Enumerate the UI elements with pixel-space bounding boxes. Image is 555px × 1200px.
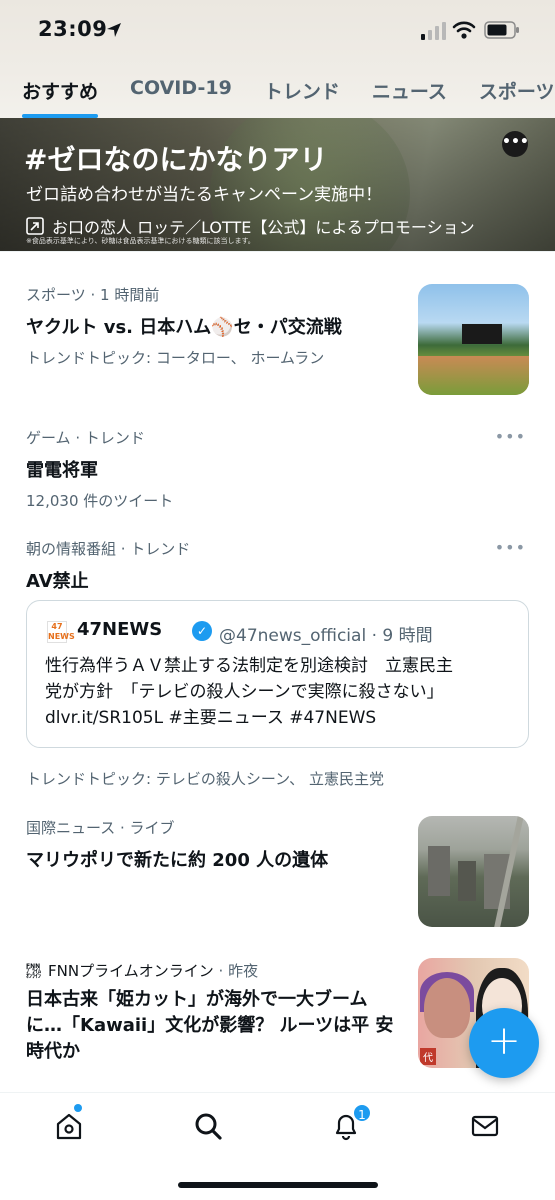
trend-meta: 国際ニュース · ライブ xyxy=(26,819,175,837)
trend-title: 雷電将軍 xyxy=(26,460,98,481)
wifi-icon xyxy=(452,21,476,39)
more-dots-icon[interactable]: ••• xyxy=(495,427,526,446)
fnn-logo-icon: FNN ﾌﾟﾗｲﾑ ｵﾝﾗｲﾝ xyxy=(26,962,42,980)
promo-promoted-by: お口の恋人 ロッテ／LOTTE【公式】によるプロモーション xyxy=(52,218,475,237)
promo-attribution: お口の恋人 ロッテ／LOTTE【公式】によるプロモーション xyxy=(26,214,475,238)
news-source-row: FNN ﾌﾟﾗｲﾑ ｵﾝﾗｲﾝ FNNプライムオンライン · 昨夜 xyxy=(26,960,406,981)
location-arrow-icon xyxy=(107,23,121,37)
city-ruins-thumbnail xyxy=(418,816,529,927)
tweet-handle-time: @47news_official · 9 時間 xyxy=(219,626,433,646)
trend-topics: トレンドトピック: テレビの殺人シーン、 立憲民主党 xyxy=(26,770,384,788)
promoted-trend-banner[interactable]: #ゼロなのにかなりアリ ゼロ詰め合わせが当たるキャンペーン実施中！ お口の恋人 … xyxy=(0,118,555,251)
trend-meta: ゲーム · トレンド xyxy=(26,429,145,447)
explore-tabs: おすすめ COVID-19 トレンド ニュース スポーツ xyxy=(0,62,555,118)
tab-covid19[interactable]: COVID-19 xyxy=(114,62,248,118)
status-bar: 23:09 xyxy=(0,0,555,62)
embedded-tweet-card[interactable]: 47 NEWS 47NEWS ✓ @47news_official · 9 時間… xyxy=(26,600,529,748)
home-icon[interactable] xyxy=(54,1111,84,1141)
trend-topics-row: トレンドトピック: テレビの殺人シーン、 立憲民主党 xyxy=(26,760,526,789)
compose-tweet-button[interactable]: + xyxy=(469,1008,539,1078)
trend-item[interactable]: ゲーム · トレンド 雷電将軍 12,030 件のツイート ••• xyxy=(26,427,526,511)
promo-fine-print: ※食品表示基準により、砂糖は食品表示基準における糖類に該当します。 xyxy=(26,237,255,245)
tab-trends[interactable]: トレンド xyxy=(248,62,356,118)
news-source: FNNプライムオンライン xyxy=(48,962,214,980)
trend-title: AV禁止 xyxy=(26,571,89,592)
tweet-author-name[interactable]: 47NEWS xyxy=(77,619,162,640)
search-icon[interactable] xyxy=(193,1111,223,1141)
tweet-body-line: 党が方針 「テレビの殺人シーンで実際に殺さない」 xyxy=(45,682,444,702)
trend-title: ヤクルト vs. 日本ハム⚾セ・パ交流戦 xyxy=(26,317,342,338)
notification-count-badge: 1 xyxy=(352,1103,372,1123)
trend-title: マリウポリで新たに約 200 人の遺体 xyxy=(26,850,329,871)
home-unread-dot xyxy=(74,1104,82,1112)
trend-item[interactable]: 国際ニュース · ライブ マリウポリで新たに約 200 人の遺体 xyxy=(26,817,406,872)
news-item[interactable]: FNN ﾌﾟﾗｲﾑ ｵﾝﾗｲﾝ FNNプライムオンライン · 昨夜 日本古来「姫カット… xyxy=(26,960,406,1065)
tab-news[interactable]: ニュース xyxy=(356,62,463,118)
top-area: 23:09 おすすめ COVID-19 トレンド ニュース スポーツ xyxy=(0,0,555,118)
trend-meta: 朝の情報番組 · トレンド xyxy=(26,540,191,558)
news-headline: 日本古来「姫カット」が海外で一大ブーム に…「Kawaii」文化が影響？ ルーツ… xyxy=(26,989,394,1062)
trend-meta: スポーツ · 1 時間前 xyxy=(26,286,160,304)
mail-icon[interactable] xyxy=(470,1111,500,1141)
tab-sports[interactable]: スポーツ xyxy=(463,62,555,118)
more-dots-icon[interactable]: ••• xyxy=(502,131,529,157)
cellular-signal-icon xyxy=(421,22,446,40)
promo-subtitle: ゼロ詰め合わせが当たるキャンペーン実施中！ xyxy=(26,185,383,205)
battery-icon xyxy=(484,21,519,39)
baseball-stadium-thumbnail xyxy=(418,284,529,395)
tweet-avatar[interactable]: 47 NEWS xyxy=(47,621,75,643)
tweet-body-line: 性行為伴うＡＶ禁止する法制定を別途検討 立憲民主 xyxy=(45,656,453,676)
trend-tweet-count: 12,030 件のツイート xyxy=(26,492,174,510)
promoted-arrow-icon xyxy=(26,217,44,235)
thumbnail-label: 代 xyxy=(420,1048,436,1065)
status-time: 23:09 xyxy=(38,17,108,41)
promo-title: #ゼロなのにかなりアリ xyxy=(24,143,328,176)
trend-item[interactable]: 朝の情報番組 · トレンド AV禁止 ••• xyxy=(26,538,526,593)
news-time: · 昨夜 xyxy=(213,962,259,980)
tweet-body-line: dlvr.it/SR105L #主要ニュース #47NEWS xyxy=(45,708,377,728)
home-indicator[interactable] xyxy=(178,1182,378,1188)
more-dots-icon[interactable]: ••• xyxy=(495,538,526,557)
section-divider xyxy=(0,251,555,261)
verified-badge-icon: ✓ xyxy=(192,621,212,641)
tab-recommended[interactable]: おすすめ xyxy=(0,62,114,118)
tweet-body: 性行為伴うＡＶ禁止する法制定を別途検討 立憲民主 党が方針 「テレビの殺人シーン… xyxy=(45,653,525,731)
trend-item[interactable]: スポーツ · 1 時間前 ヤクルト vs. 日本ハム⚾セ・パ交流戦 トレンドトピ… xyxy=(26,284,406,368)
trend-topics: トレンドトピック: コータロー、 ホームラン xyxy=(26,349,325,367)
